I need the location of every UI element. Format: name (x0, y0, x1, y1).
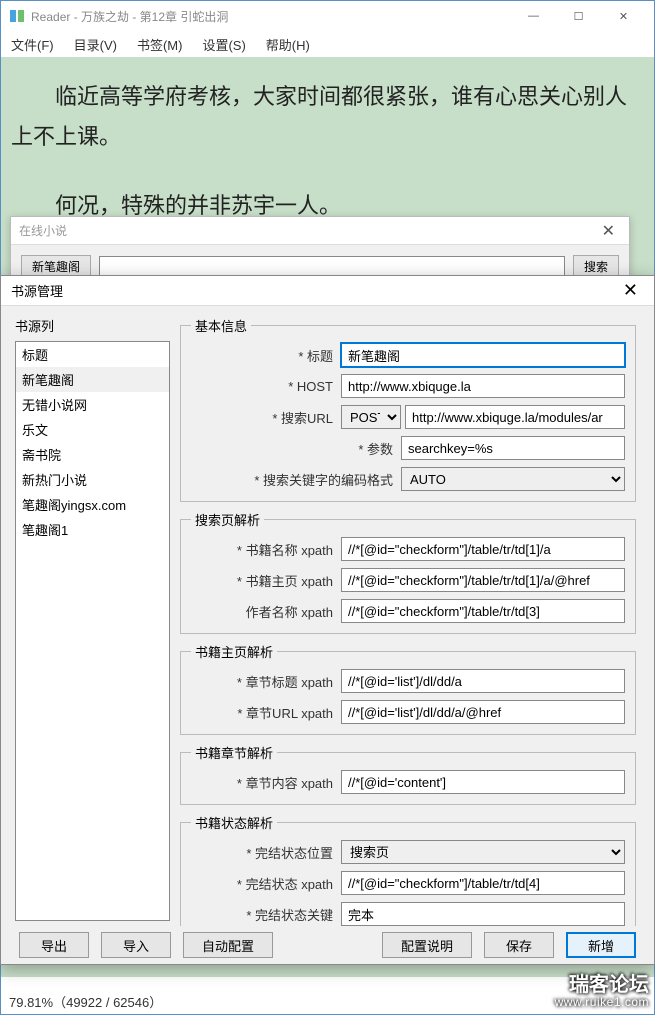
finish-key-label: * 完结状态关键 (191, 905, 341, 924)
source-listbox[interactable]: 标题新笔趣阁无错小说网乐文斋书院新热门小说笔趣阁yingsx.com笔趣阁1 (15, 341, 170, 921)
http-method-select[interactable]: POST (341, 405, 401, 429)
finish-pos-label: * 完结状态位置 (191, 843, 341, 862)
search-url-label: * 搜索URL (191, 408, 341, 427)
source-dialog-title-bar: 书源管理 ✕ (1, 276, 654, 306)
online-dialog-title: 在线小说 (19, 222, 67, 239)
source-list-item[interactable]: 乐文 (16, 417, 169, 442)
finish-xpath-label: * 完结状态 xpath (191, 874, 341, 893)
search-parse-legend: 搜索页解析 (191, 510, 264, 529)
watermark: 瑞客论坛 www.ruike1.com (555, 974, 649, 1009)
source-list-item[interactable]: 笔趣阁1 (16, 517, 169, 542)
source-list-item[interactable]: 斋书院 (16, 442, 169, 467)
author-xpath-label: 作者名称 xpath (191, 602, 341, 621)
source-list-item[interactable]: 新笔趣阁 (16, 367, 169, 392)
menu-help[interactable]: 帮助(H) (260, 33, 316, 56)
window-title: Reader - 万族之劫 - 第12章 引蛇出洞 (31, 8, 511, 25)
import-button[interactable]: 导入 (101, 932, 171, 958)
menu-toc[interactable]: 目录(V) (68, 33, 123, 56)
online-dialog-title-bar: 在线小说 ✕ (11, 217, 629, 245)
auto-config-button[interactable]: 自动配置 (183, 932, 273, 958)
chapter-content-xpath-label: * 章节内容 xpath (191, 773, 341, 792)
source-list-item[interactable]: 标题 (16, 342, 169, 367)
param-label: * 参数 (191, 439, 401, 458)
finish-key-input[interactable] (341, 902, 625, 926)
host-input[interactable] (341, 374, 625, 398)
basic-info-group: 基本信息 * 标题 * HOST * 搜索URL POST (180, 316, 636, 502)
title-input[interactable] (341, 343, 625, 367)
source-dialog-footer: 导出 导入 自动配置 配置说明 保存 新增 (1, 926, 654, 964)
watermark-text: 瑞客论坛 (555, 974, 649, 996)
source-list-item[interactable]: 笔趣阁yingsx.com (16, 492, 169, 517)
book-home-xpath-input[interactable] (341, 568, 625, 592)
chapter-title-xpath-label: * 章节标题 xpath (191, 672, 341, 691)
title-label: * 标题 (191, 346, 341, 365)
host-label: * HOST (191, 379, 341, 394)
status-parse-group: 书籍状态解析 * 完结状态位置 搜索页 * 完结状态 xpath * 完结状态关… (180, 813, 636, 926)
finish-pos-select[interactable]: 搜索页 (341, 840, 625, 864)
menu-bar: 文件(F) 目录(V) 书签(M) 设置(S) 帮助(H) (1, 31, 654, 57)
form-pane: 基本信息 * 标题 * HOST * 搜索URL POST (176, 306, 654, 926)
chapter-parse-legend: 书籍章节解析 (191, 743, 277, 762)
minimize-button[interactable]: — (511, 2, 556, 30)
param-input[interactable] (401, 436, 625, 460)
encoding-select[interactable]: AUTO (401, 467, 625, 491)
source-dialog-body: 书源列 标题新笔趣阁无错小说网乐文斋书院新热门小说笔趣阁yingsx.com笔趣… (1, 306, 654, 926)
config-desc-button[interactable]: 配置说明 (382, 932, 472, 958)
export-button[interactable]: 导出 (19, 932, 89, 958)
home-parse-legend: 书籍主页解析 (191, 642, 277, 661)
add-button[interactable]: 新增 (566, 932, 636, 958)
chapter-url-xpath-input[interactable] (341, 700, 625, 724)
chapter-title-xpath-input[interactable] (341, 669, 625, 693)
finish-xpath-input[interactable] (341, 871, 625, 895)
search-parse-group: 搜索页解析 * 书籍名称 xpath * 书籍主页 xpath 作者名称 xpa… (180, 510, 636, 634)
encoding-label: * 搜索关键字的编码格式 (191, 470, 401, 489)
author-xpath-input[interactable] (341, 599, 625, 623)
source-list-pane: 书源列 标题新笔趣阁无错小说网乐文斋书院新热门小说笔趣阁yingsx.com笔趣… (1, 306, 176, 926)
app-icon (9, 8, 25, 24)
source-manage-dialog: 书源管理 ✕ 书源列 标题新笔趣阁无错小说网乐文斋书院新热门小说笔趣阁yings… (0, 275, 655, 965)
online-dialog-close-icon[interactable]: ✕ (596, 221, 621, 241)
save-button[interactable]: 保存 (484, 932, 554, 958)
menu-file[interactable]: 文件(F) (5, 33, 60, 56)
maximize-button[interactable]: ☐ (556, 2, 601, 30)
book-name-xpath-label: * 书籍名称 xpath (191, 540, 341, 559)
source-list-item[interactable]: 无错小说网 (16, 392, 169, 417)
source-list-item[interactable]: 新热门小说 (16, 467, 169, 492)
search-url-input[interactable] (405, 405, 625, 429)
watermark-url: www.ruike1.com (555, 996, 649, 1009)
close-button[interactable]: ✕ (601, 2, 646, 30)
source-dialog-title: 书源管理 (11, 281, 63, 300)
status-parse-legend: 书籍状态解析 (191, 813, 277, 832)
paragraph-1: 临近高等学府考核，大家时间都很紧张，谁有心思关心别人上不上课。 (11, 77, 644, 156)
home-parse-group: 书籍主页解析 * 章节标题 xpath * 章节URL xpath (180, 642, 636, 735)
chapter-content-xpath-input[interactable] (341, 770, 625, 794)
basic-legend: 基本信息 (191, 316, 251, 335)
book-name-xpath-input[interactable] (341, 537, 625, 561)
source-dialog-close-icon[interactable]: ✕ (617, 280, 644, 301)
book-home-xpath-label: * 书籍主页 xpath (191, 571, 341, 590)
chapter-parse-group: 书籍章节解析 * 章节内容 xpath (180, 743, 636, 805)
window-controls: — ☐ ✕ (511, 2, 646, 30)
chapter-url-xpath-label: * 章节URL xpath (191, 703, 341, 722)
title-bar: Reader - 万族之劫 - 第12章 引蛇出洞 — ☐ ✕ (1, 1, 654, 31)
source-list-title: 书源列 (15, 316, 170, 335)
menu-bookmark[interactable]: 书签(M) (131, 33, 189, 56)
menu-settings[interactable]: 设置(S) (196, 33, 251, 56)
